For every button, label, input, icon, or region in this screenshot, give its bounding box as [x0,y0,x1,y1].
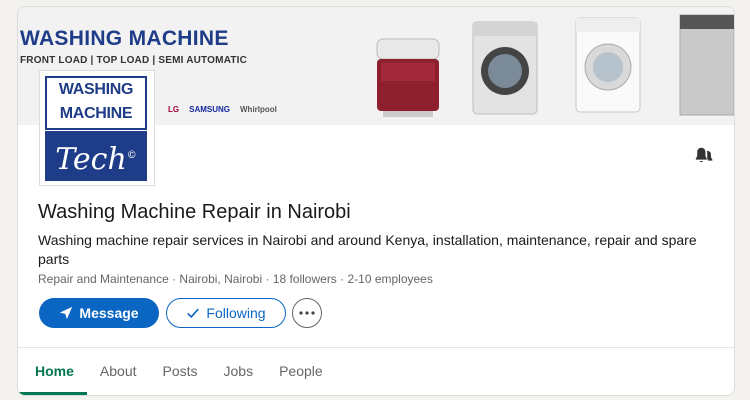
message-button[interactable]: Message [39,298,159,328]
following-button-label: Following [206,305,266,321]
logo-line-1: WASHING [58,81,134,98]
tab-people[interactable]: People [266,348,336,395]
more-options-button[interactable] [292,298,322,328]
tab-home[interactable]: Home [18,348,87,395]
logo-mark: © [126,150,137,161]
semi-automatic-machine-image [376,38,440,117]
company-tabs: Home About Posts Jobs People [18,348,336,395]
company-tagline: Washing machine repair services in Nairo… [38,232,697,267]
company-page-card: WASHING MACHINE FRONT LOAD | TOP LOAD | … [17,6,735,396]
send-icon [60,306,73,320]
tab-jobs[interactable]: Jobs [211,348,267,395]
checkmark-icon [187,308,200,319]
front-load-machine-image [472,21,538,115]
company-meta: Repair and Maintenance · Nairobi, Nairob… [38,272,433,286]
company-logo[interactable]: WASHING MACHINE Tech© [40,71,154,185]
brand-samsung: SAMSUNG [189,105,230,114]
top-load-machine-image [679,14,734,116]
banner-brands: LG SAMSUNG Whirlpool [168,105,277,114]
ellipsis-icon [299,311,315,315]
following-button[interactable]: Following [166,298,286,328]
tab-posts[interactable]: Posts [150,348,211,395]
brand-whirlpool: Whirlpool [240,105,277,114]
front-load-white-machine-image [575,17,641,113]
logo-line-2: MACHINE [59,105,133,122]
banner-title: WASHING MACHINE [20,27,229,50]
brand-lg: LG [168,105,180,114]
bell-icon[interactable] [694,145,716,167]
tab-about[interactable]: About [87,348,150,395]
message-button-label: Message [79,305,139,321]
logo-script: Tech [55,142,127,177]
company-name: Washing Machine Repair in Nairobi [38,201,351,223]
banner-subtitle: FRONT LOAD | TOP LOAD | SEMI AUTOMATIC [20,55,248,66]
